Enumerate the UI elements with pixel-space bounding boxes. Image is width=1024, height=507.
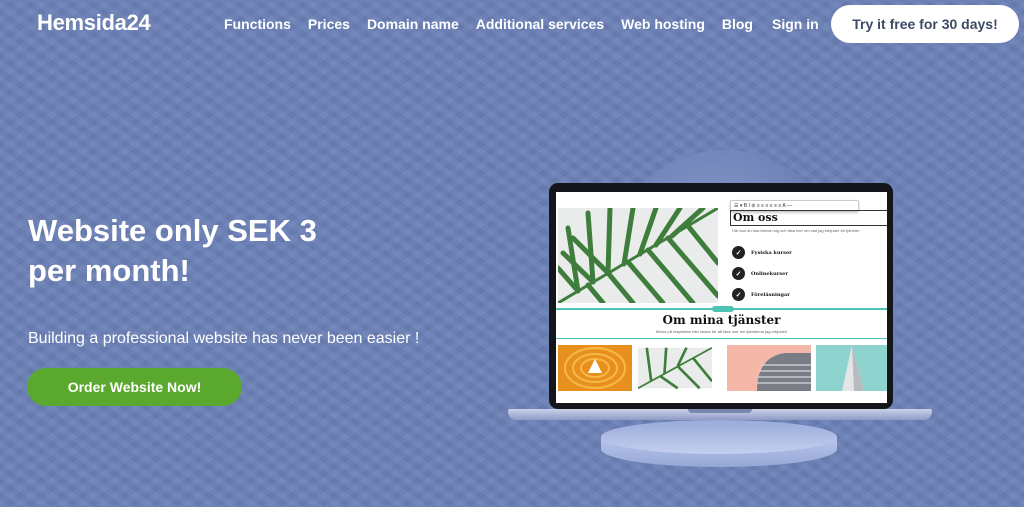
main-nav: Functions Prices Domain name Additional … [224, 16, 753, 32]
logo[interactable]: Hemsida24 [37, 10, 151, 36]
section-pill [712, 306, 734, 312]
tower-thumbnail [816, 345, 887, 391]
order-website-button[interactable]: Order Website Now! [27, 368, 242, 406]
laptop-notch [688, 409, 752, 413]
check-icon: ✓ [732, 288, 745, 301]
palm-leaf-image [558, 208, 718, 303]
section-divider [556, 338, 887, 339]
bullet-item: ✓ Föreläsningar [732, 288, 790, 301]
check-icon: ✓ [732, 246, 745, 259]
check-icon: ✓ [732, 267, 745, 280]
bullet-label: Föreläsningar [751, 291, 790, 298]
mockup-heading: Om oss [730, 210, 887, 226]
nav-domain-name[interactable]: Domain name [367, 16, 459, 32]
sign-in-link[interactable]: Sign in [772, 16, 819, 32]
building-thumbnail [727, 345, 811, 391]
nav-blog[interactable]: Blog [722, 16, 753, 32]
bullet-item: ✓ Onlinekurser [732, 267, 788, 280]
pedestal-top [601, 420, 837, 454]
hero-subtitle: Building a professional website has neve… [28, 330, 420, 347]
hero-title: Website only SEK 3 per month! [28, 211, 358, 291]
nav-functions[interactable]: Functions [224, 16, 291, 32]
leaf-thumbnail [638, 346, 712, 390]
bullet-label: Onlinekurser [751, 270, 788, 277]
mockup-description: Här kan du lära känna mig och läsa mer o… [732, 228, 860, 233]
bullet-item: ✓ Fysiska kurser [732, 246, 792, 259]
hero-title-line-1: Website only SEK 3 [28, 213, 317, 248]
nav-additional-services[interactable]: Additional services [476, 16, 604, 32]
hero-title-line-2: per month! [28, 253, 190, 288]
services-title: Om mina tjänster [662, 313, 781, 327]
laptop-website-preview: ☰ ▾ B I ⊘ ≡ ≡ ≡ ≡ ≡ ≡ A — Om oss Här kan… [556, 192, 887, 403]
services-description: Klicka på respektive bild nedan för att … [655, 329, 788, 334]
nav-web-hosting[interactable]: Web hosting [621, 16, 705, 32]
bullet-label: Fysiska kurser [751, 249, 792, 256]
nav-prices[interactable]: Prices [308, 16, 350, 32]
free-trial-button[interactable]: Try it free for 30 days! [831, 5, 1019, 43]
orange-architecture-thumbnail [558, 345, 632, 391]
